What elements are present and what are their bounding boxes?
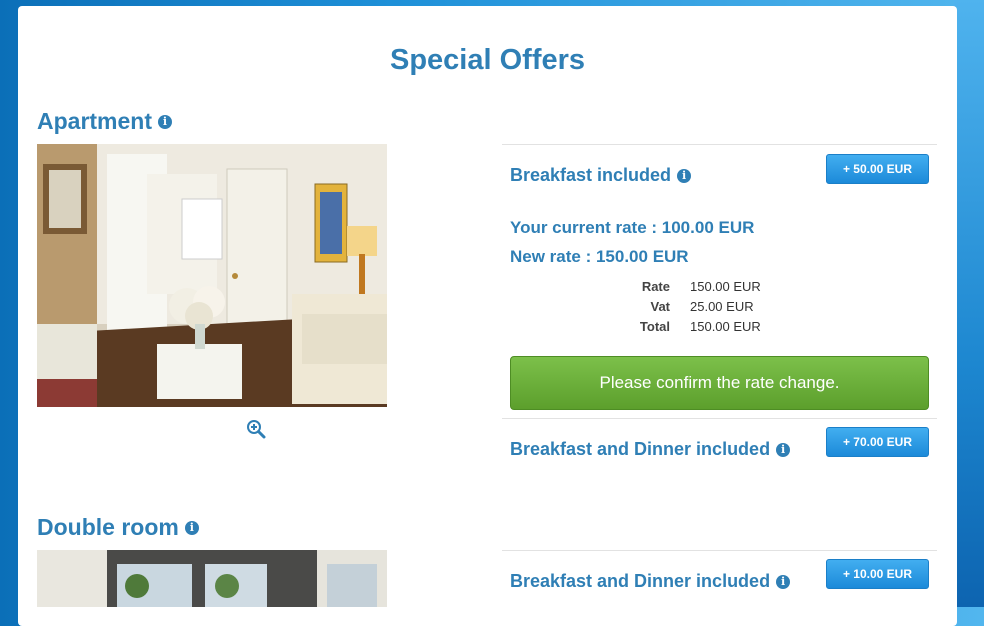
confirm-rate-button[interactable]: Please confirm the rate change. bbox=[510, 356, 929, 410]
add-offer-button[interactable]: + 50.00 EUR bbox=[826, 154, 929, 184]
room-title-double-room: Double room i bbox=[37, 514, 199, 541]
info-icon[interactable]: i bbox=[776, 574, 791, 589]
breakdown-value: 25.00 EUR bbox=[690, 299, 754, 314]
add-offer-button[interactable]: + 70.00 EUR bbox=[826, 427, 929, 457]
breakdown-row-total: Total 150.00 EUR bbox=[610, 317, 761, 337]
offer-row-breakfast-dinner: Breakfast and Dinner included i + 70.00 … bbox=[502, 418, 937, 479]
add-offer-button[interactable]: + 10.00 EUR bbox=[826, 559, 929, 589]
offer-label: Breakfast and Dinner included bbox=[510, 439, 771, 459]
info-icon[interactable]: i bbox=[776, 442, 791, 457]
room-title-apartment: Apartment i bbox=[37, 108, 173, 135]
new-rate: New rate : 150.00 EUR bbox=[510, 247, 689, 266]
rate-breakdown: Rate 150.00 EUR Vat 25.00 EUR Total 150.… bbox=[610, 277, 761, 337]
info-icon[interactable]: i bbox=[184, 520, 199, 535]
offer-label: Breakfast included bbox=[510, 165, 672, 185]
offer-name: Breakfast and Dinner included i bbox=[510, 439, 791, 460]
room-name: Double room bbox=[37, 514, 179, 540]
breakdown-value: 150.00 EUR bbox=[690, 279, 761, 294]
offers-card: Special Offers Apartment i Breakfast inc… bbox=[18, 6, 957, 626]
offer-name: Breakfast included i bbox=[510, 165, 692, 186]
breakdown-row-vat: Vat 25.00 EUR bbox=[610, 297, 761, 317]
current-rate: Your current rate : 100.00 EUR bbox=[510, 218, 755, 237]
background-edge bbox=[954, 0, 984, 607]
info-icon[interactable]: i bbox=[158, 114, 173, 129]
offer-row-breakfast: Breakfast included i + 50.00 EUR bbox=[502, 144, 937, 205]
offer-label: Breakfast and Dinner included bbox=[510, 571, 771, 591]
zoom-in-icon[interactable] bbox=[245, 418, 267, 440]
room-name: Apartment bbox=[37, 108, 153, 134]
page-title: Special Offers bbox=[389, 44, 586, 76]
offer-row-double-breakfast-dinner: Breakfast and Dinner included i + 10.00 … bbox=[502, 550, 937, 611]
info-icon[interactable]: i bbox=[677, 168, 692, 183]
room-photo-double-room[interactable] bbox=[37, 550, 387, 607]
breakdown-row-rate: Rate 150.00 EUR bbox=[610, 277, 761, 297]
breakdown-label: Rate bbox=[641, 279, 670, 294]
breakdown-value: 150.00 EUR bbox=[690, 319, 761, 334]
breakdown-label: Total bbox=[639, 319, 670, 334]
offer-name: Breakfast and Dinner included i bbox=[510, 571, 791, 592]
room-photo-apartment[interactable] bbox=[37, 144, 387, 407]
breakdown-label: Vat bbox=[650, 299, 670, 314]
